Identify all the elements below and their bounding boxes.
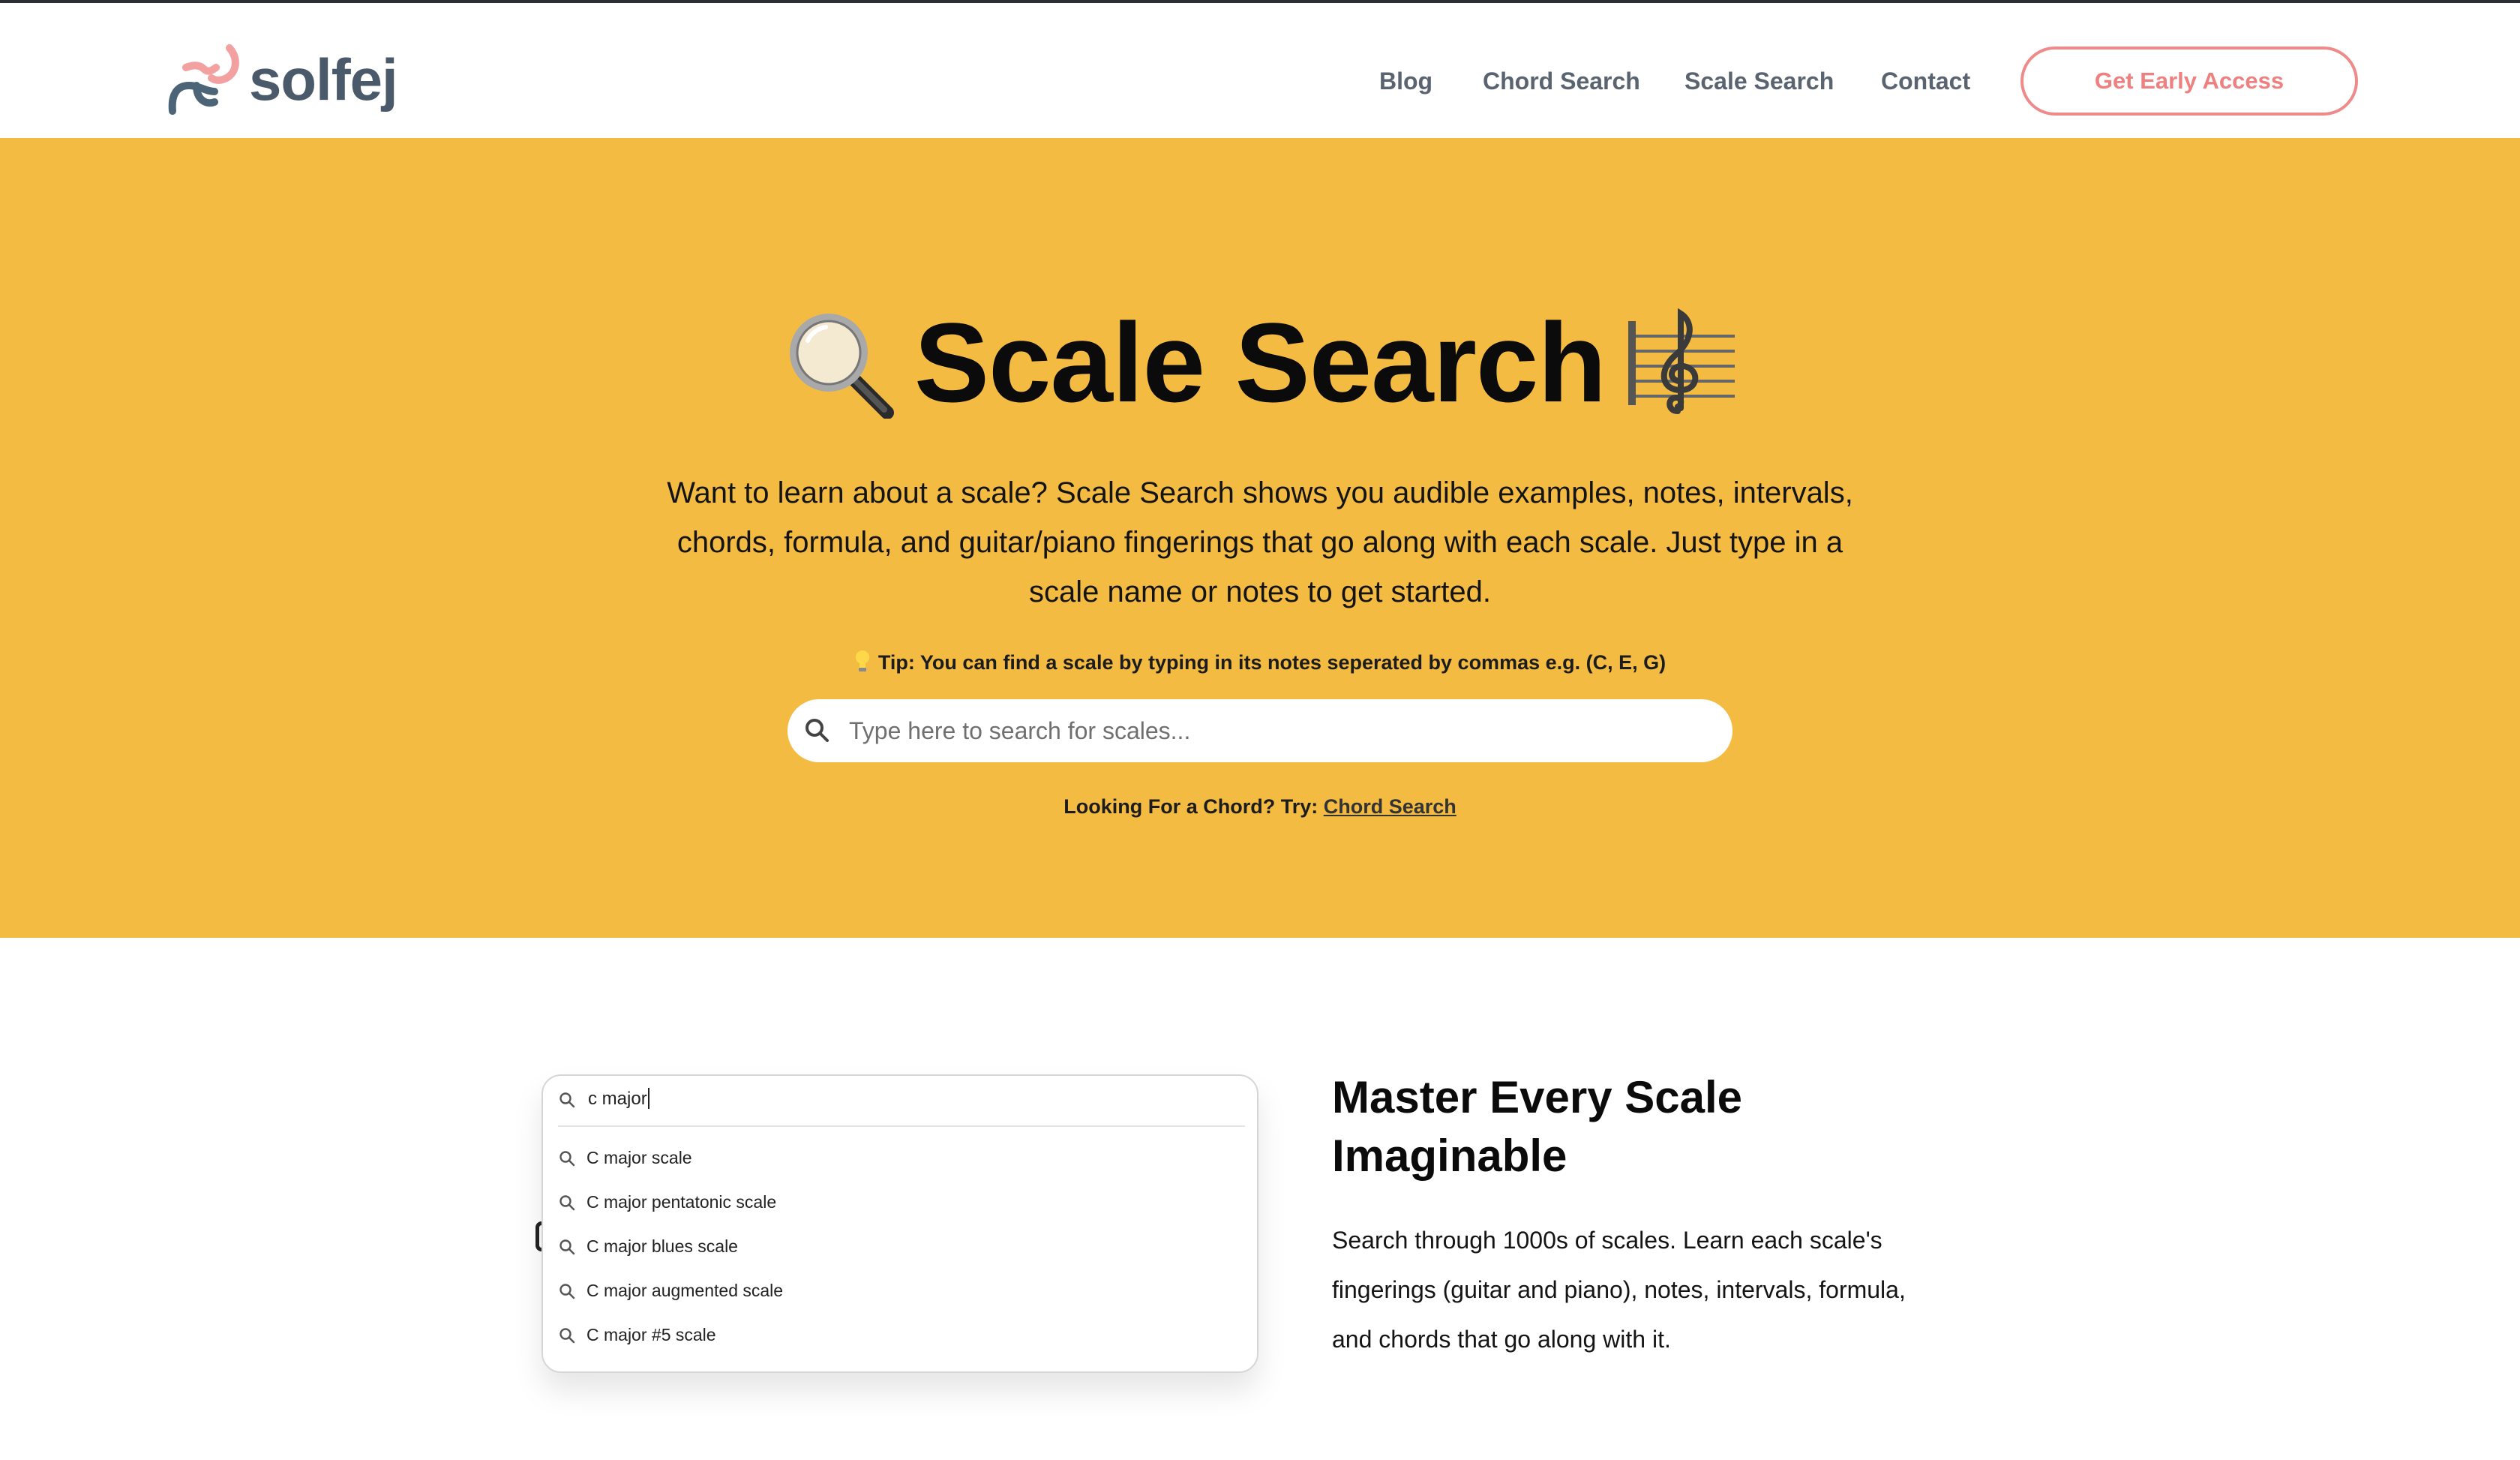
hero-title-row: Scale Search <box>0 306 2520 419</box>
search-tip-text: Tip: You can find a scale by typing in i… <box>878 651 1666 674</box>
lightbulb-icon <box>854 650 871 672</box>
demo-suggestion-item: C major pentatonic scale <box>543 1185 1257 1222</box>
demo-suggestion-item: C major scale <box>543 1140 1257 1178</box>
demo-suggestion-label: C major scale <box>586 1148 692 1167</box>
demo-suggestion-item: C major #5 scale <box>543 1317 1257 1355</box>
hero-description: Want to learn about a scale? Scale Searc… <box>667 476 1853 608</box>
magnifying-glass-icon <box>782 306 895 419</box>
scale-search-demo-card: c major C major scale C major pentatonic… <box>542 1074 1258 1373</box>
demo-suggestion-item: C major blues scale <box>543 1229 1257 1266</box>
hero-section: Scale Search Want to learn about a scale… <box>0 138 2520 938</box>
page-title: Scale Search <box>914 299 1606 425</box>
nav-link-contact[interactable]: Contact <box>1881 68 1970 95</box>
demo-suggestion-label: C major pentatonic scale <box>586 1192 777 1212</box>
nav-link-scale-search[interactable]: Scale Search <box>1684 68 1834 95</box>
nav-link-blog[interactable]: Blog <box>1379 68 1432 95</box>
feature-title: Master Every Scale Imaginable <box>1332 1072 1743 1181</box>
demo-search-query-text: c major <box>588 1089 647 1109</box>
demo-suggestion-label: C major blues scale <box>586 1236 738 1256</box>
divider <box>558 1125 1245 1127</box>
demo-suggestion-item: C major augmented scale <box>543 1273 1257 1311</box>
search-icon <box>558 1238 576 1256</box>
demo-search-input: c major <box>543 1076 1257 1125</box>
site-header: solfej Blog Chord Search Scale Search Co… <box>0 3 2520 138</box>
chord-search-prompt: Looking For a Chord? Try: Chord Search <box>0 795 2520 819</box>
scale-search-bar[interactable] <box>788 699 1732 762</box>
demo-card-edge-mark <box>536 1221 542 1251</box>
search-icon <box>558 1149 576 1167</box>
text-caret <box>647 1088 650 1109</box>
nav-link-chord-search[interactable]: Chord Search <box>1483 68 1640 95</box>
search-icon <box>558 1282 576 1300</box>
demo-search-query: c major <box>588 1088 650 1110</box>
get-early-access-button[interactable]: Get Early Access <box>2020 47 2358 116</box>
search-icon <box>802 716 832 746</box>
search-icon <box>558 1326 576 1344</box>
scale-search-input[interactable] <box>849 710 1704 752</box>
demo-suggestion-label: C major augmented scale <box>586 1281 784 1300</box>
search-icon <box>558 1194 576 1212</box>
search-icon <box>558 1091 576 1109</box>
demo-suggestion-label: C major #5 scale <box>586 1325 716 1344</box>
musical-score-icon <box>1625 306 1738 419</box>
chord-search-link[interactable]: Chord Search <box>1324 795 1456 818</box>
feature-description: Search through 1000s of scales. Learn ea… <box>1332 1227 1906 1353</box>
search-tip: Tip: You can find a scale by typing in i… <box>0 650 2520 674</box>
chord-search-prompt-text: Looking For a Chord? Try: <box>1064 795 1318 818</box>
